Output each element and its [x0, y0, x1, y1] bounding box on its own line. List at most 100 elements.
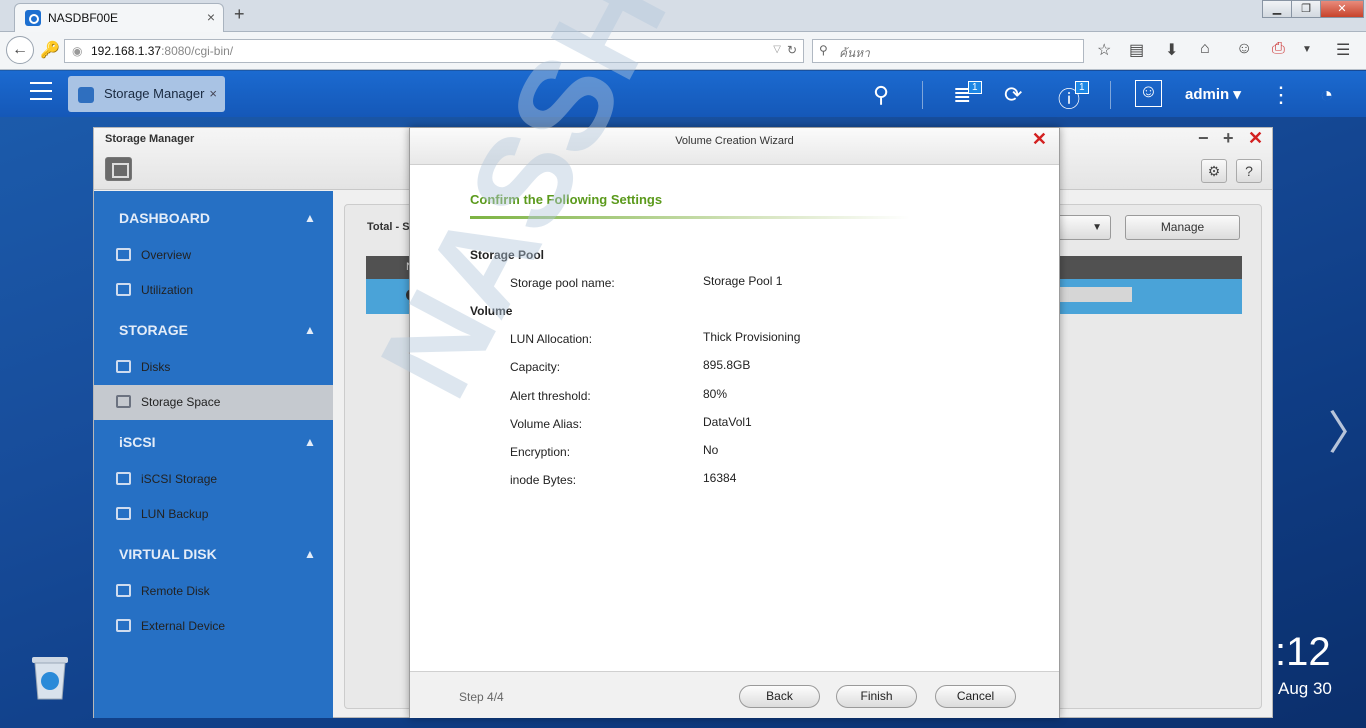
user-menu[interactable]: admin ▾: [1185, 85, 1241, 103]
sidebar-section-virtual-disk[interactable]: VIRTUAL DISK: [119, 546, 217, 562]
sidebar-section-dashboard[interactable]: DASHBOARD: [119, 210, 210, 226]
qts-header: Storage Manager × ⚲ ≣ 1 ⟳ ⓘ 1 ☺ admin ▾ …: [0, 71, 1366, 117]
sidebar-item-iscsi-storage[interactable]: iSCSI Storage: [94, 462, 333, 497]
new-tab-button[interactable]: +: [234, 4, 245, 25]
alert-threshold-value: 80%: [703, 387, 728, 401]
dropdown-arrow-icon[interactable]: ▽: [773, 44, 781, 55]
search-placeholder: ค้นหา: [839, 46, 870, 60]
storage-manager-app-tab[interactable]: Storage Manager ×: [68, 76, 225, 112]
main-menu-icon[interactable]: [30, 82, 52, 106]
storage-manager-icon: [78, 87, 94, 103]
pdf-icon[interactable]: ⎙: [1272, 40, 1285, 58]
inode-bytes-value: 16384: [703, 471, 737, 485]
manage-button[interactable]: Manage: [1125, 215, 1240, 240]
finish-button[interactable]: Finish: [836, 685, 917, 708]
overview-icon: [116, 248, 131, 261]
browser-tab-title: NASDBF00E: [48, 11, 119, 25]
tasks-badge: 1: [968, 81, 982, 94]
browser-tabbar: NASDBF00E × + ▁ ❐ ✕: [0, 0, 1366, 32]
help-icon[interactable]: ?: [1236, 159, 1262, 183]
cancel-button[interactable]: Cancel: [935, 685, 1016, 708]
sidebar-item-label: Overview: [141, 248, 192, 262]
encryption-label: Encryption:: [510, 445, 571, 459]
back-button[interactable]: Back: [739, 685, 820, 708]
volume-creation-wizard: Volume Creation Wizard ✕ Confirm the Fol…: [409, 127, 1060, 718]
search-input[interactable]: ⚲ ค้นหา: [812, 39, 1084, 63]
reading-list-icon[interactable]: ▤: [1129, 40, 1144, 60]
more-options-icon[interactable]: ⋮: [1270, 82, 1292, 108]
wizard-title: Volume Creation Wizard: [675, 135, 794, 147]
sidebar-item-label: Storage Space: [141, 395, 221, 409]
storage-pool-name-value: Storage Pool 1: [703, 274, 783, 288]
app-tab-label: Storage Manager: [104, 86, 205, 101]
window-maximize-icon[interactable]: +: [1223, 128, 1234, 149]
window-restore-button[interactable]: ❐: [1291, 0, 1321, 18]
storage-space-icon: [116, 395, 131, 408]
lun-allocation-label: LUN Allocation:: [510, 332, 593, 346]
menu-icon[interactable]: ☰: [1336, 40, 1350, 60]
wizard-heading: Confirm the Following Settings: [470, 192, 663, 207]
sidebar-item-storage-space[interactable]: Storage Space: [94, 385, 333, 420]
search-icon[interactable]: ⚲: [873, 82, 889, 108]
wizard-titlebar: Volume Creation Wizard ✕: [410, 128, 1059, 165]
chevron-up-icon[interactable]: ▲: [304, 435, 316, 449]
tab-close-icon[interactable]: ×: [207, 9, 215, 25]
storage-pool-name-label: Storage pool name:: [510, 276, 615, 290]
reload-icon[interactable]: ↻: [787, 43, 797, 57]
volume-alias-label: Volume Alias:: [510, 417, 583, 431]
dashboard-gauge-icon[interactable]: ◔: [1320, 82, 1333, 108]
settings-gear-icon[interactable]: ⚙: [1201, 159, 1227, 183]
sidebar-item-remote-disk[interactable]: Remote Disk: [94, 574, 333, 609]
bookmark-star-icon[interactable]: ☆: [1097, 40, 1111, 60]
sidebar-item-disks[interactable]: Disks: [94, 350, 333, 385]
remote-disk-icon: [116, 584, 131, 597]
back-arrow-icon[interactable]: ←: [6, 36, 34, 64]
search-icon: ⚲: [819, 43, 828, 57]
sidebar-item-overview[interactable]: Overview: [94, 238, 333, 273]
sidebar-item-label: Utilization: [141, 283, 194, 297]
window-close-button[interactable]: ✕: [1320, 0, 1364, 18]
dropdown-arrow-icon: ▼: [1092, 222, 1102, 233]
sidebar-section-iscsi[interactable]: iSCSI: [119, 434, 156, 450]
close-icon[interactable]: ✕: [1032, 129, 1047, 150]
recycle-bin-icon[interactable]: [28, 653, 72, 701]
sidebar-item-external-device[interactable]: External Device: [94, 609, 333, 644]
sync-icon[interactable]: ⟳: [1004, 82, 1022, 108]
url-host: 192.168.1.37: [91, 44, 162, 58]
total-label: Total - S: [367, 221, 410, 233]
chevron-up-icon[interactable]: ▲: [304, 323, 316, 337]
address-bar[interactable]: ◉ 192.168.1.37:8080/cgi-bin/ ▽ ↻: [64, 39, 804, 63]
capacity-value: 895.8GB: [703, 358, 751, 372]
encryption-value: No: [703, 443, 719, 457]
sidebar-toggle-icon[interactable]: [105, 157, 132, 181]
url-path: :8080/cgi-bin/: [161, 44, 234, 58]
chevron-up-icon[interactable]: ▲: [304, 211, 316, 225]
sidebar-item-label: External Device: [141, 619, 226, 633]
sidebar-item-label: Remote Disk: [141, 584, 210, 598]
window-close-icon[interactable]: ✕: [1248, 128, 1263, 149]
window-minimize-button[interactable]: ▁: [1262, 0, 1292, 18]
chevron-up-icon[interactable]: ▲: [304, 547, 316, 561]
desktop-date: Aug 30: [1278, 679, 1332, 698]
next-page-arrow-icon[interactable]: 〉: [1328, 397, 1366, 463]
browser-navbar: ← 🔑 ◉ 192.168.1.37:8080/cgi-bin/ ▽ ↻ ⚲ ค…: [0, 32, 1366, 70]
sidebar-item-label: Disks: [141, 360, 171, 374]
home-icon[interactable]: ⌂: [1200, 40, 1210, 58]
sidebar-item-lun-backup[interactable]: LUN Backup: [94, 497, 333, 532]
browser-tab[interactable]: NASDBF00E ×: [14, 3, 224, 32]
window-minimize-icon[interactable]: −: [1198, 128, 1209, 149]
sidebar-item-label: LUN Backup: [141, 507, 209, 521]
sidebar-item-utilization[interactable]: Utilization: [94, 273, 333, 308]
key-icon[interactable]: 🔑: [40, 40, 60, 60]
chevron-down-icon[interactable]: ▼: [1302, 44, 1312, 55]
storage-pool-group-label: Storage Pool: [470, 248, 545, 262]
app-tab-close-icon[interactable]: ×: [209, 86, 217, 101]
sidebar-section-storage[interactable]: STORAGE: [119, 322, 188, 338]
capacity-label: Capacity:: [510, 360, 561, 374]
chat-icon[interactable]: ☺: [1236, 40, 1252, 58]
download-icon[interactable]: ⬇: [1165, 40, 1178, 60]
utilization-chart-icon: [116, 283, 131, 296]
header-divider: [922, 81, 923, 109]
user-avatar-icon[interactable]: ☺: [1135, 80, 1162, 107]
desktop-clock: :12: [1275, 630, 1331, 674]
